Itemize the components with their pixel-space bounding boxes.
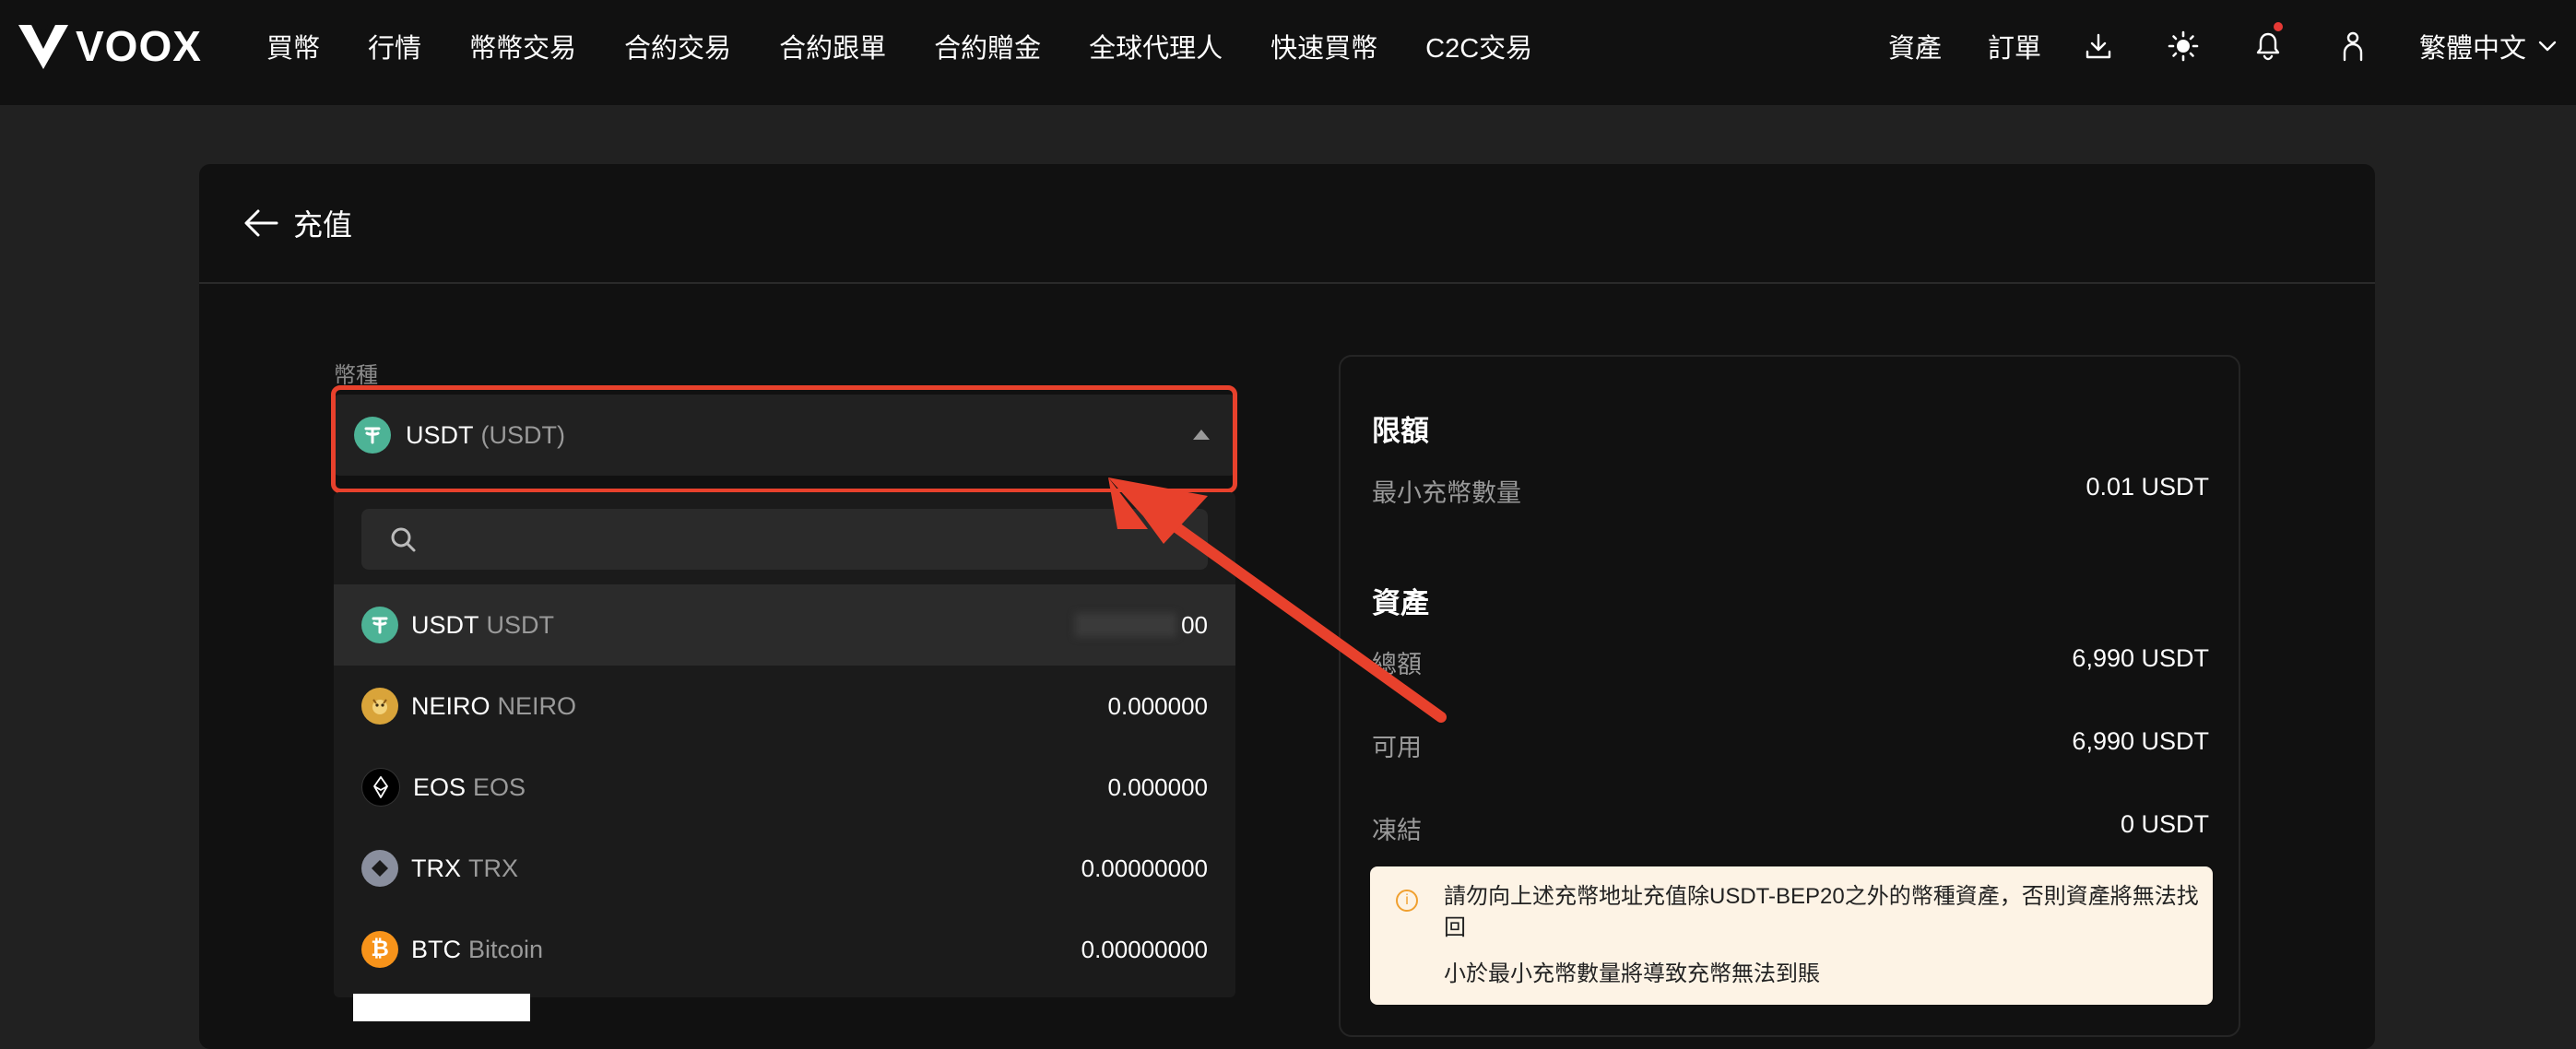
frozen-value: 0 USDT — [2120, 810, 2209, 838]
chevron-down-icon[interactable] — [2535, 28, 2559, 65]
usdt-coin-icon — [354, 417, 391, 454]
nav-global-agent[interactable]: 全球代理人 — [1089, 27, 1223, 65]
nav-quick-buy[interactable]: 快速買幣 — [1270, 27, 1377, 65]
min-deposit-row: 最小充幣數量 0.01 USDT — [1372, 473, 2209, 509]
coin-balance: 0.00000000 — [1081, 854, 1208, 882]
obscured-element — [353, 994, 530, 1021]
total-label: 總額 — [1372, 651, 1422, 678]
coin-symbol: BTC — [411, 935, 461, 963]
info-card: 限額 最小充幣數量 0.01 USDT 資產 總額 6,990 USDT 可用 … — [1339, 355, 2240, 1037]
coin-field-label: 幣種 — [334, 363, 378, 388]
min-deposit-label: 最小充幣數量 — [1372, 479, 1521, 507]
nav-markets[interactable]: 行情 — [368, 27, 421, 65]
search-input[interactable] — [430, 524, 1189, 555]
coin-search[interactable] — [361, 509, 1208, 570]
nav-orders[interactable]: 訂單 — [1988, 27, 2041, 65]
bell-icon[interactable] — [2250, 22, 2286, 65]
coin-name: Bitcoin — [468, 935, 544, 963]
warning-line-2: 小於最小充幣數量將導致充幣無法到賬 — [1444, 961, 1820, 986]
info-icon: i — [1396, 890, 1418, 912]
coin-option-eos[interactable]: EOS EOS 0.000000 — [334, 747, 1235, 828]
nav-right: 資產 訂單 繁體中文 — [1888, 0, 2576, 92]
coin-symbol: TRX — [411, 854, 461, 882]
caret-up-icon — [1193, 430, 1210, 440]
coin-dropdown: USDT USDT 00 NEIRO NEIRO 0.000000 EOS EO… — [334, 492, 1235, 997]
nav-futures-trading[interactable]: 合約交易 — [624, 27, 731, 65]
available-label: 可用 — [1372, 734, 1422, 761]
coin-balance: 00 — [1181, 610, 1208, 639]
page-title: 充值 — [293, 208, 353, 242]
total-value: 6,990 USDT — [2072, 644, 2209, 672]
user-icon[interactable] — [2334, 28, 2371, 65]
search-icon — [391, 527, 416, 552]
coin-symbol: NEIRO — [411, 691, 490, 720]
voox-logo[interactable]: VOOX — [17, 20, 202, 72]
arrow-left-icon — [244, 209, 278, 237]
coin-balance: 0.000000 — [1107, 691, 1208, 720]
panel-header: 充值 — [199, 164, 2375, 284]
limits-title: 限額 — [1372, 415, 1429, 447]
warning-box: i 請勿向上述充幣地址充值除USDT-BEP20之外的幣種資產，否則資產將無法找… — [1370, 866, 2213, 1005]
coin-name: EOS — [473, 772, 526, 801]
nav-spot-trading[interactable]: 幣幣交易 — [469, 27, 576, 65]
voox-logo-icon — [18, 25, 68, 69]
warning-line-1: 請勿向上述充幣地址充值除USDT-BEP20之外的幣種資產，否則資產將無法找回 — [1444, 884, 2199, 940]
selected-coin-name: USDT — [406, 420, 474, 449]
eos-coin-icon — [361, 768, 400, 807]
coin-name: USDT — [486, 610, 555, 639]
nav-assets[interactable]: 資產 — [1888, 27, 1942, 65]
assets-title: 資產 — [1372, 587, 1429, 619]
coin-option-btc[interactable]: ₿ BTC Bitcoin 0.00000000 — [334, 909, 1235, 990]
coin-option-trx[interactable]: TRX TRX 0.00000000 — [334, 828, 1235, 909]
nav-c2c[interactable]: C2C交易 — [1425, 27, 1532, 65]
coin-option-usdt[interactable]: USDT USDT 00 — [334, 584, 1235, 666]
frozen-label: 凍結 — [1372, 817, 1422, 844]
coin-balance: 0.00000000 — [1081, 935, 1208, 963]
logo-text: VOOX — [76, 22, 202, 70]
coin-name: TRX — [468, 854, 518, 882]
notification-dot — [2273, 22, 2283, 31]
nav-buy-crypto[interactable]: 買幣 — [266, 27, 320, 65]
sun-icon[interactable] — [2165, 28, 2202, 65]
usdt-coin-icon — [361, 607, 398, 643]
nav-copy-trading[interactable]: 合約跟單 — [779, 27, 886, 65]
frozen-row: 凍結 0 USDT — [1372, 810, 2209, 846]
coin-symbol: USDT — [411, 610, 479, 639]
language-selector[interactable]: 繁體中文 — [2419, 27, 2526, 65]
selected-coin-sub: (USDT) — [480, 420, 565, 449]
available-row: 可用 6,990 USDT — [1372, 727, 2209, 763]
coin-symbol: EOS — [413, 772, 467, 801]
coin-balance: 0.000000 — [1107, 772, 1208, 801]
download-icon[interactable] — [2080, 28, 2117, 65]
back-button[interactable]: 充值 — [243, 202, 352, 244]
top-nav: VOOX 買幣 行情 幣幣交易 合約交易 合約跟單 合約贈金 全球代理人 快速買… — [0, 0, 2576, 105]
available-value: 6,990 USDT — [2072, 727, 2209, 755]
coin-option-neiro[interactable]: NEIRO NEIRO 0.000000 — [334, 666, 1235, 747]
total-row: 總額 6,990 USDT — [1372, 644, 2209, 680]
btc-coin-icon: ₿ — [361, 931, 398, 968]
main-menu: 買幣 行情 幣幣交易 合約交易 合約跟單 合約贈金 全球代理人 快速買幣 C2C… — [266, 0, 1580, 92]
coin-name: NEIRO — [497, 691, 577, 720]
nav-futures-bonus[interactable]: 合約贈金 — [934, 27, 1041, 65]
neiro-coin-icon — [361, 688, 398, 725]
blurred-balance — [1075, 613, 1176, 637]
coin-select[interactable]: USDT (USDT) — [334, 395, 1235, 476]
min-deposit-value: 0.01 USDT — [2086, 473, 2209, 501]
trx-coin-icon — [361, 850, 398, 887]
